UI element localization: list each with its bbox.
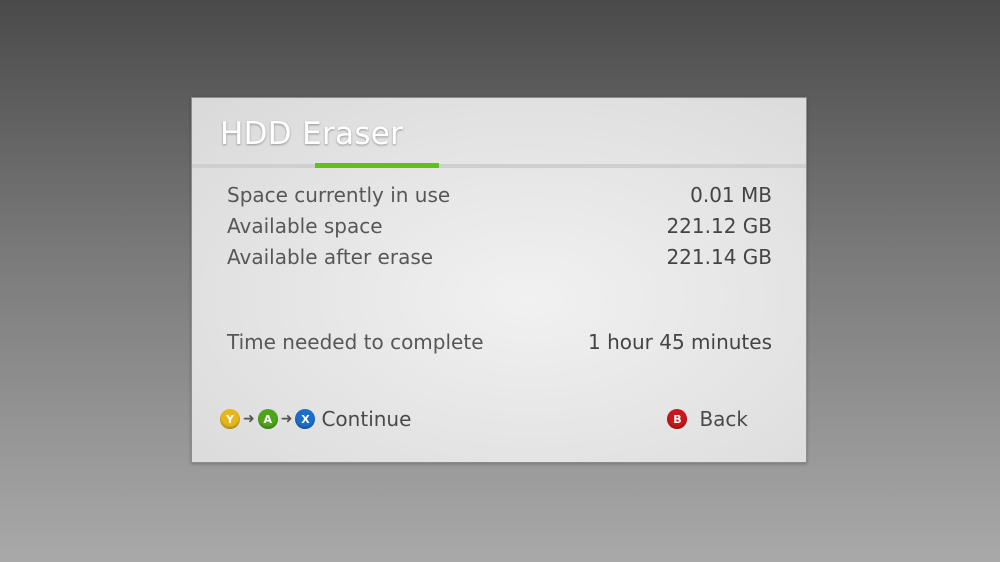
time-needed-label: Time needed to complete <box>227 330 484 354</box>
available-space-value: 221.12 GB <box>666 214 772 238</box>
continue-button[interactable]: Y ➜ A ➜ X Continue <box>220 407 411 431</box>
space-in-use-label: Space currently in use <box>227 183 451 207</box>
arrow-right-icon: ➜ <box>280 411 293 427</box>
y-button-icon: Y <box>220 409 240 429</box>
info-row-available-after-erase: Available after erase 221.14 GB <box>227 243 772 271</box>
available-after-erase-value: 221.14 GB <box>666 245 772 269</box>
available-after-erase-label: Available after erase <box>227 245 434 269</box>
x-button-icon: X <box>295 409 316 429</box>
continue-label: Continue <box>321 407 412 431</box>
a-button-icon: A <box>257 409 278 429</box>
info-row-space-in-use: Space currently in use 0.01 MB <box>227 181 772 209</box>
info-row-time-needed: Time needed to complete 1 hour 45 minute… <box>227 328 772 356</box>
dialog-title: HDD Eraser <box>220 116 404 152</box>
arrow-right-icon: ➜ <box>243 411 255 427</box>
dialog-footer: Y ➜ A ➜ X Continue B Back <box>220 404 766 434</box>
hdd-eraser-dialog: HDD Eraser Space currently in use 0.01 M… <box>191 97 807 463</box>
available-space-label: Available space <box>227 214 383 238</box>
time-needed-value: 1 hour 45 minutes <box>587 330 772 354</box>
title-divider <box>192 164 806 168</box>
info-row-available-space: Available space 221.12 GB <box>227 212 772 240</box>
b-button-icon: B <box>667 409 688 429</box>
back-button[interactable]: B Back <box>667 407 748 431</box>
back-label: Back <box>699 407 748 431</box>
space-in-use-value: 0.01 MB <box>690 183 772 207</box>
title-accent-bar <box>315 163 439 168</box>
